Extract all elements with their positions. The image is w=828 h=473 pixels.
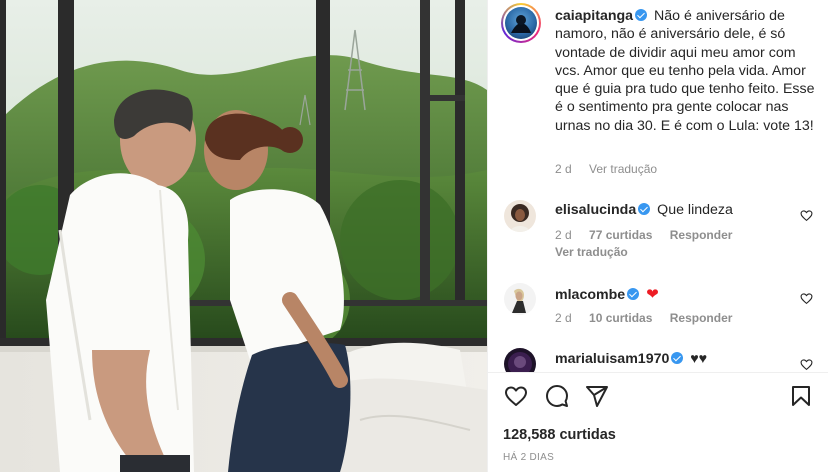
post-actions-bar: 128,588 curtidas HÁ 2 DIAS [488,372,828,473]
comment-like-heart-icon[interactable] [800,209,813,222]
comment-likes-count[interactable]: 10 curtidas [589,311,652,325]
comment-text: Que lindeza [657,202,733,218]
comment-username[interactable]: marialuisam1970 [555,351,669,367]
see-translation-button[interactable]: Ver tradução [555,245,628,259]
avatar-image [510,204,530,232]
avatar-image [512,288,526,313]
post-photo[interactable] [0,0,487,472]
commenter-avatar[interactable] [504,200,536,232]
caption-text: Não é aniversário de namoro, não é anive… [555,8,815,134]
avatar-image [508,352,532,372]
commenter-avatar[interactable] [504,348,536,372]
comment: elisalucinda Que lindeza [555,202,733,218]
comment-time: 2 d [555,311,572,325]
author-username[interactable]: caiapitanga [555,8,633,24]
post-timestamp: HÁ 2 DIAS [503,452,555,463]
comment-username[interactable]: mlacombe [555,287,625,303]
avatar-image [511,15,531,33]
comment: mlacombe ❤ [555,285,659,303]
comment-likes-count[interactable]: 77 curtidas [589,228,652,242]
comment: marialuisam1970 ♥♥ [555,351,707,367]
speech-bubble-icon[interactable] [545,384,569,408]
caption-meta: 2 d Ver tradução [555,162,671,176]
comment-like-heart-icon[interactable] [800,292,813,305]
comment-emoji: ❤ [646,286,659,303]
comment-meta: 2 d 10 curtidas Responder [555,311,746,325]
reply-button[interactable]: Responder [670,228,733,242]
comments-scroll-area[interactable]: caiapitanga Não é aniversário de namoro,… [488,0,828,372]
post-caption: caiapitanga Não é aniversário de namoro,… [555,7,817,135]
verified-badge-icon [671,352,684,364]
heart-outline-icon[interactable] [504,384,528,408]
post-image [0,0,487,472]
verified-badge-icon [627,288,640,300]
comment-meta: 2 d 77 curtidas Responder [555,228,746,242]
verified-badge-icon [638,203,651,215]
bookmark-icon[interactable] [789,384,813,408]
likes-count[interactable]: 128,588 curtidas [503,427,616,443]
comment-translate: Ver tradução [555,245,642,259]
comment-username[interactable]: elisalucinda [555,202,636,218]
verified-badge-icon [635,9,648,21]
see-translation-button[interactable]: Ver tradução [589,162,657,176]
caption-time: 2 d [555,162,572,176]
instagram-post: caiapitanga Não é aniversário de namoro,… [0,0,828,473]
comment-text: ♥♥ [690,351,708,367]
commenter-avatar[interactable] [504,283,536,315]
comment-time: 2 d [555,228,572,242]
author-avatar[interactable] [501,3,541,43]
reply-button[interactable]: Responder [670,311,733,325]
comment-like-heart-icon[interactable] [800,358,813,371]
post-details-pane: caiapitanga Não é aniversário de namoro,… [487,0,828,473]
paper-plane-icon[interactable] [585,384,609,408]
